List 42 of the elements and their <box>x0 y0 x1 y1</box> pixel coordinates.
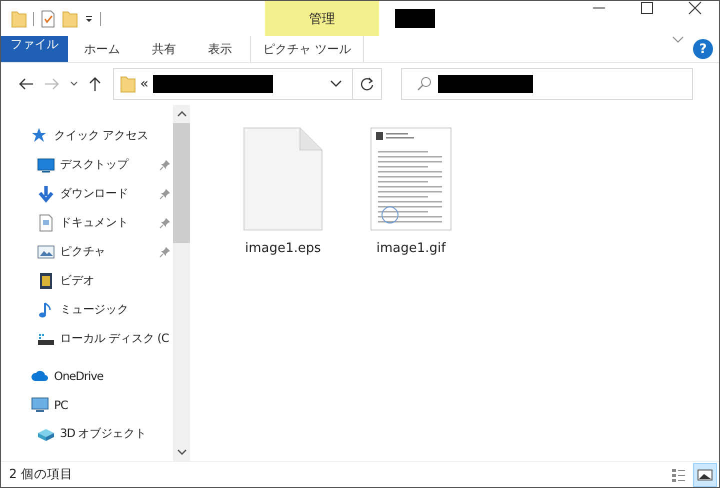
pin-icon[interactable] <box>159 188 171 200</box>
file-name[interactable]: image1.gif <box>376 241 446 256</box>
pin-icon[interactable] <box>159 158 171 170</box>
search-icon <box>416 76 432 92</box>
scrollbar[interactable] <box>173 105 190 461</box>
sidebar-item[interactable]: デスクトップ <box>60 157 128 172</box>
item-count: 2 個の項目 <box>9 466 73 483</box>
breadcrumb-chevron[interactable]: « <box>140 76 149 92</box>
down-arrow-icon <box>37 184 55 202</box>
search-field[interactable] <box>401 68 693 100</box>
large-icons-view-icon[interactable] <box>693 462 717 486</box>
help-button[interactable]: ? <box>693 39 713 59</box>
monitor-icon <box>31 396 49 414</box>
address-field[interactable]: « <box>113 68 382 100</box>
document-icon <box>37 214 55 232</box>
sidebar-item[interactable]: クイック アクセス <box>54 128 148 143</box>
folder-icon[interactable] <box>11 10 27 28</box>
context-tab-header: 管理 <box>265 1 379 36</box>
sidebar-item[interactable]: OneDrive <box>54 368 104 382</box>
ribbon-tab[interactable]: ファイル <box>1 36 68 62</box>
document-thumbnail[interactable] <box>370 127 452 231</box>
pin-icon[interactable] <box>159 216 171 228</box>
checklist-icon[interactable] <box>40 10 56 28</box>
folder-icon[interactable] <box>62 10 78 28</box>
picture-icon <box>37 242 55 260</box>
sidebar-item[interactable]: ピクチャ <box>60 244 106 259</box>
scrollbar-thumb[interactable] <box>173 123 190 243</box>
file-name[interactable]: image1.eps <box>245 241 321 256</box>
sidebar-item[interactable]: ローカル ディスク (C <box>60 331 169 346</box>
redacted-block <box>395 9 435 28</box>
film-icon <box>37 272 55 290</box>
sidebar-item[interactable]: PC <box>54 398 68 412</box>
folder-icon <box>120 75 136 93</box>
sidebar-item[interactable]: ビデオ <box>60 273 94 288</box>
sidebar-item[interactable]: ドキュメント <box>60 215 128 230</box>
sidebar-item[interactable]: ダウンロード <box>60 186 128 201</box>
monitor-icon <box>37 156 55 174</box>
dropdown-icon[interactable] <box>84 14 94 24</box>
sidebar-item[interactable]: ミュージック <box>60 302 128 317</box>
pin-icon[interactable] <box>159 246 171 258</box>
sidebar-item[interactable]: 3D オブジェクト <box>60 426 146 441</box>
ribbon-tab[interactable]: ピクチャ ツール <box>250 36 364 62</box>
